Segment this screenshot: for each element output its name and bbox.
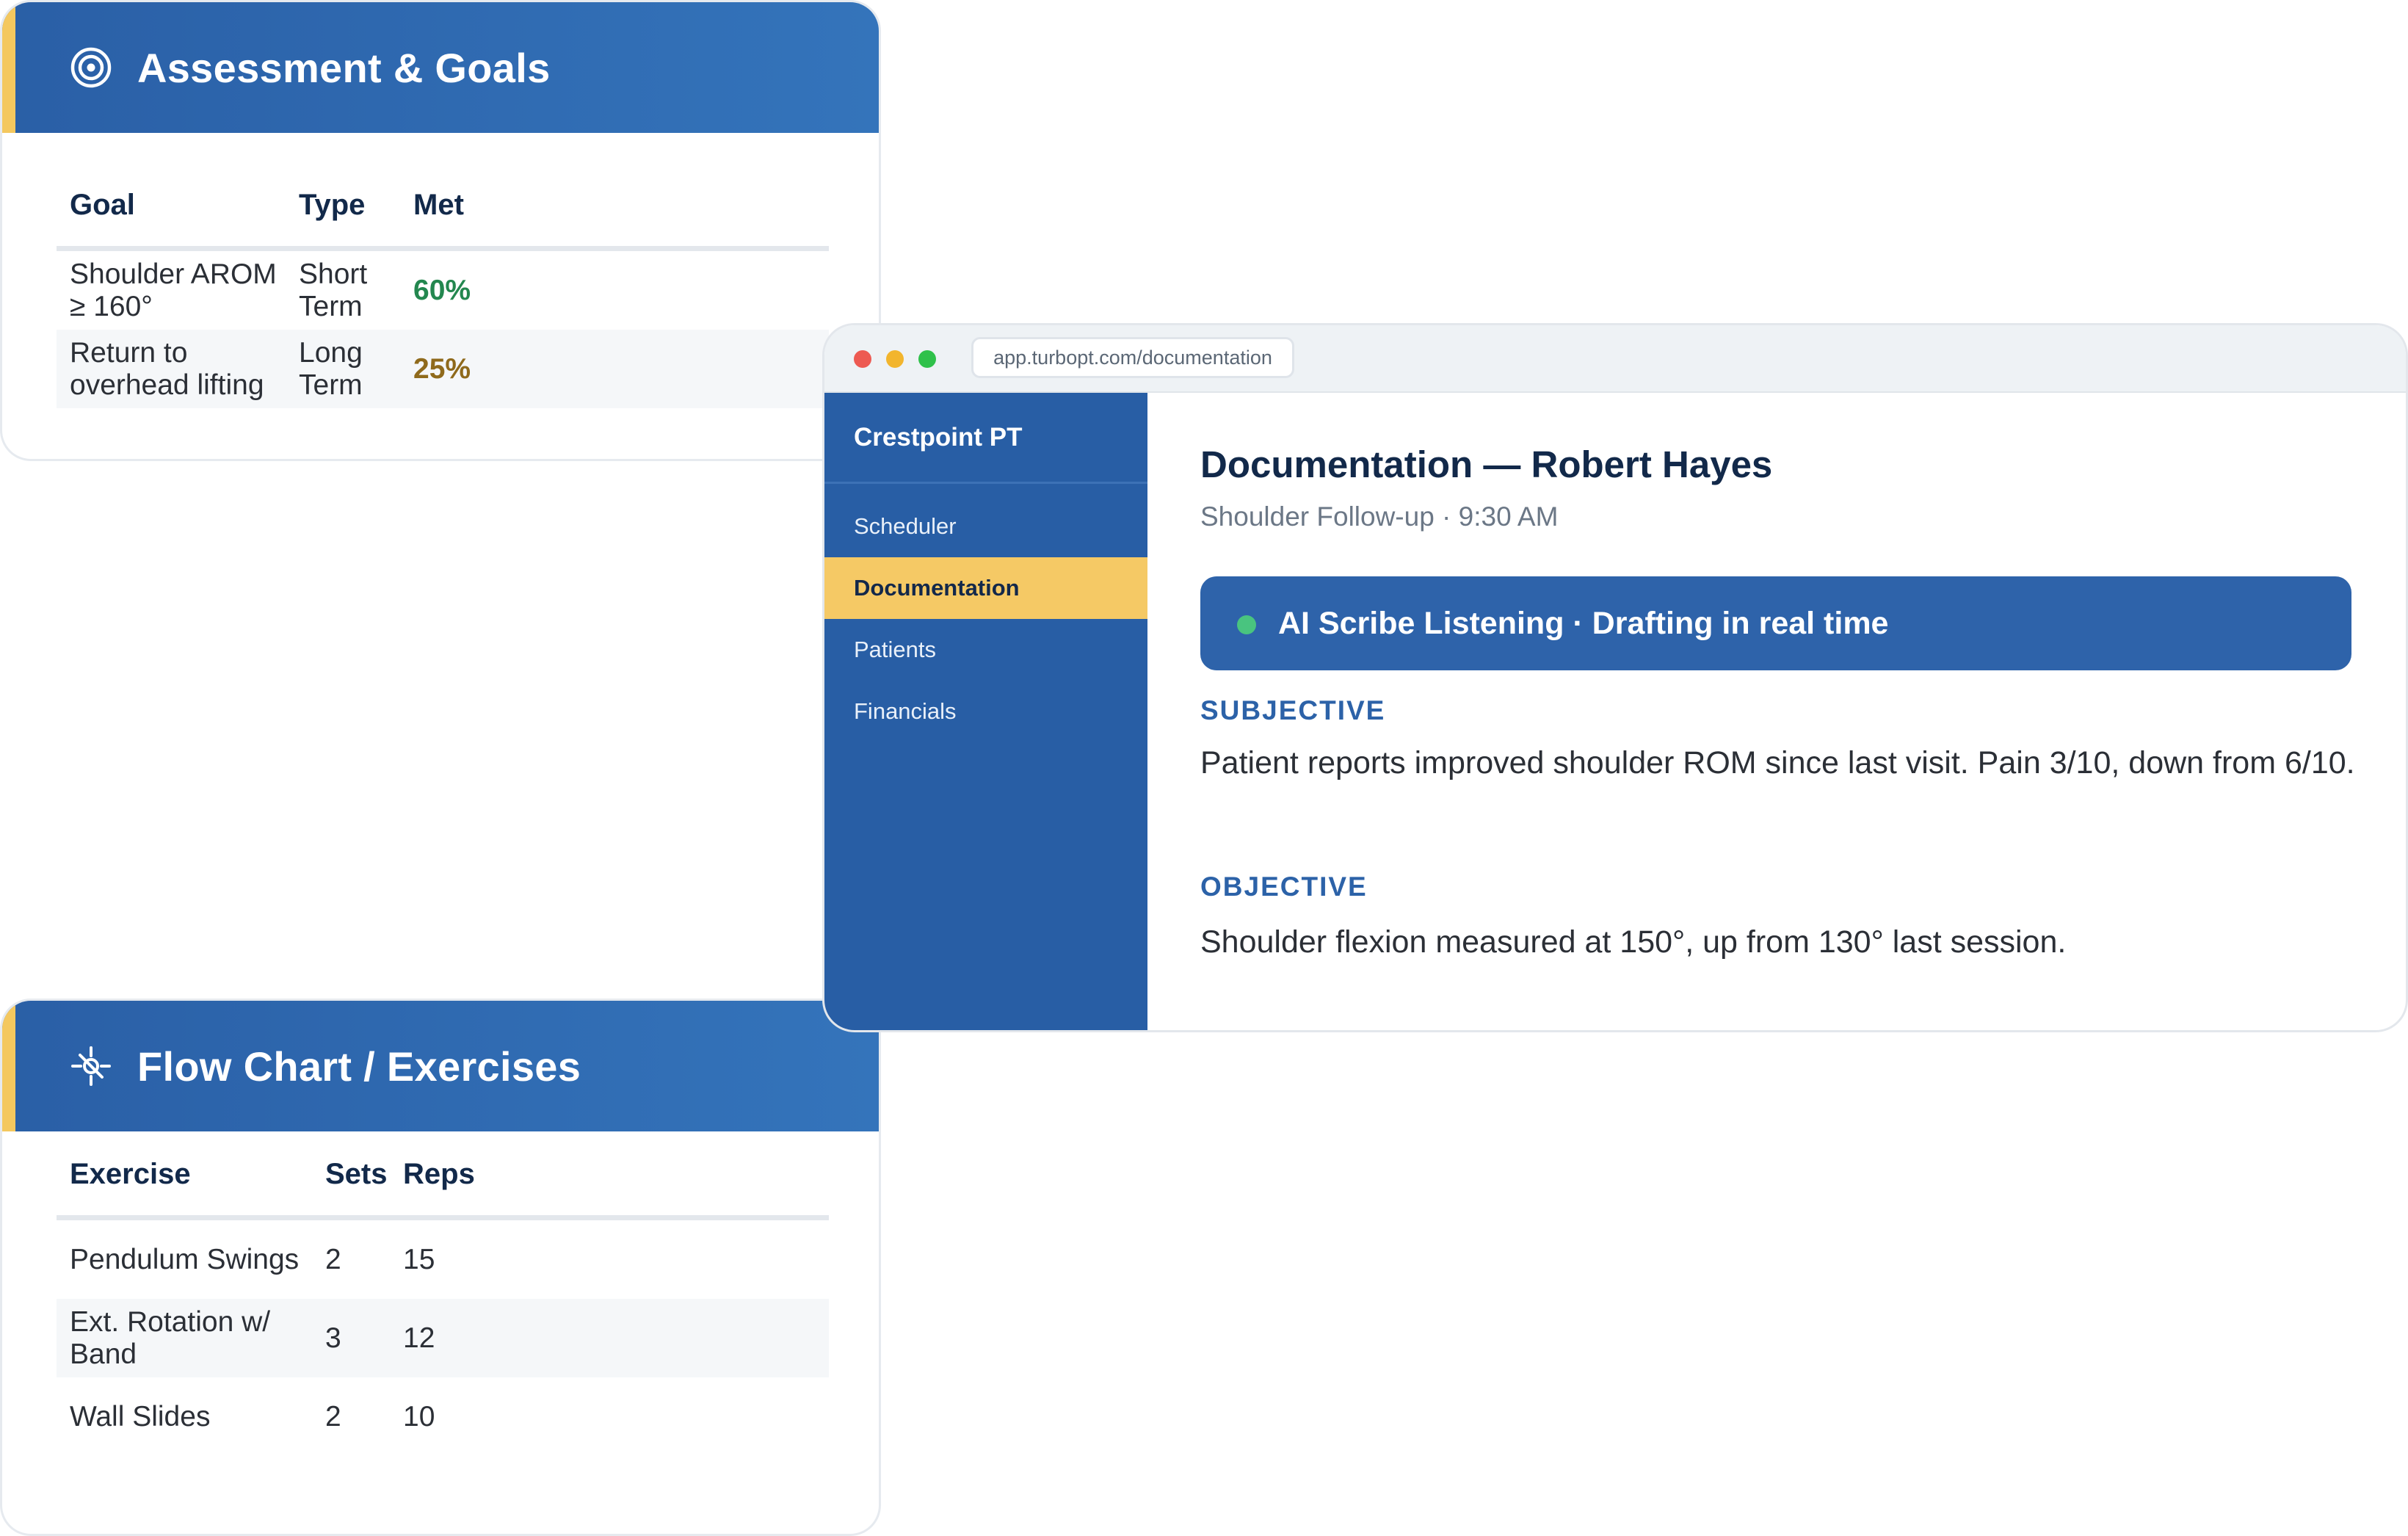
sets-cell: 2	[325, 1243, 341, 1275]
sets-cell: 2	[325, 1400, 341, 1432]
table-row[interactable]: Ext. Rotation w/ Band 3 12	[57, 1299, 829, 1377]
sidebar-nav: Scheduler Documentation Patients Financi…	[824, 496, 1147, 742]
sidebar: Crestpoint PT Scheduler Documentation Pa…	[824, 393, 1147, 1030]
app-window: app.turbopt.com/documentation Crestpoint…	[822, 323, 2408, 1032]
column-header-met: Met	[400, 164, 829, 251]
reps-cell: 10	[403, 1400, 435, 1432]
card-title: Assessment & Goals	[137, 44, 551, 91]
live-status-icon	[1237, 615, 1256, 634]
sidebar-item-patients[interactable]: Patients	[824, 619, 1147, 681]
sidebar-item-financials[interactable]: Financials	[824, 681, 1147, 742]
met-cell: 60%	[413, 274, 471, 306]
exercise-cell: Ext. Rotation w/ Band	[57, 1299, 312, 1377]
subjective-label: SUBJECTIVE	[1200, 695, 1386, 725]
exercise-cell: Pendulum Swings	[70, 1243, 300, 1275]
ai-scribe-status: AI Scribe Listening · Drafting in real t…	[1278, 605, 1889, 641]
page-title: Documentation — Robert Hayes	[1200, 443, 1773, 485]
header-accent-bar	[2, 1001, 15, 1131]
main-content: Documentation — Robert Hayes Shoulder Fo…	[1147, 393, 2406, 1030]
column-header-exercise: Exercise	[57, 1133, 312, 1220]
maximize-window-icon[interactable]	[918, 350, 936, 368]
sidebar-item-scheduler[interactable]: Scheduler	[824, 496, 1147, 557]
reps-cell: 12	[390, 1299, 829, 1377]
exercises-header: Flow Chart / Exercises	[2, 1001, 879, 1131]
column-header-goal: Goal	[57, 164, 286, 251]
header-accent-bar	[2, 2, 15, 133]
objective-text[interactable]: Shoulder flexion measured at 150°, up fr…	[1200, 917, 2360, 967]
met-cell: 25%	[400, 330, 829, 408]
sets-cell: 3	[312, 1299, 390, 1377]
brand-name: Crestpoint PT	[824, 393, 1147, 484]
ai-scribe-banner[interactable]: AI Scribe Listening · Drafting in real t…	[1200, 576, 2351, 670]
assessment-goals-header: Assessment & Goals	[2, 2, 879, 133]
exercise-cell: Wall Slides	[70, 1400, 211, 1432]
goals-table: Goal Type Met Shoulder AROM ≥ 160° Short…	[57, 164, 829, 408]
page-subtitle: Shoulder Follow-up · 9:30 AM	[1200, 501, 1559, 532]
goal-cell: Return to overhead lifting	[57, 330, 286, 408]
target-icon	[70, 46, 112, 89]
exercises-table: Exercise Sets Reps Pendulum Swings 2 15 …	[57, 1133, 829, 1456]
column-header-type: Type	[286, 164, 400, 251]
type-cell: Short Term	[299, 258, 368, 322]
close-window-icon[interactable]	[854, 350, 871, 368]
sidebar-item-documentation[interactable]: Documentation	[824, 557, 1147, 619]
table-row[interactable]: Return to overhead lifting Long Term 25%	[57, 330, 829, 408]
reps-cell: 15	[403, 1243, 435, 1275]
table-header-row: Goal Type Met	[57, 164, 829, 251]
exercise-icon	[70, 1045, 112, 1087]
minimize-window-icon[interactable]	[886, 350, 904, 368]
column-header-reps: Reps	[390, 1133, 829, 1220]
table-header-row: Exercise Sets Reps	[57, 1133, 829, 1220]
objective-label: OBJECTIVE	[1200, 872, 1368, 902]
url-bar[interactable]: app.turbopt.com/documentation	[971, 337, 1294, 378]
type-cell: Long Term	[286, 330, 400, 408]
window-titlebar: app.turbopt.com/documentation	[824, 325, 2406, 393]
table-row[interactable]: Pendulum Swings 2 15	[57, 1218, 829, 1300]
exercises-card: Flow Chart / Exercises Exercise Sets Rep…	[0, 999, 881, 1536]
card-title: Flow Chart / Exercises	[137, 1043, 581, 1090]
table-row[interactable]: Wall Slides 2 10	[57, 1377, 829, 1456]
goal-cell: Shoulder AROM ≥ 160°	[70, 258, 277, 322]
table-row[interactable]: Shoulder AROM ≥ 160° Short Term 60%	[57, 249, 829, 330]
subjective-text[interactable]: Patient reports improved shoulder ROM si…	[1200, 738, 2360, 788]
assessment-goals-card: Assessment & Goals Goal Type Met Shoulde…	[0, 0, 881, 461]
column-header-sets: Sets	[312, 1133, 390, 1220]
